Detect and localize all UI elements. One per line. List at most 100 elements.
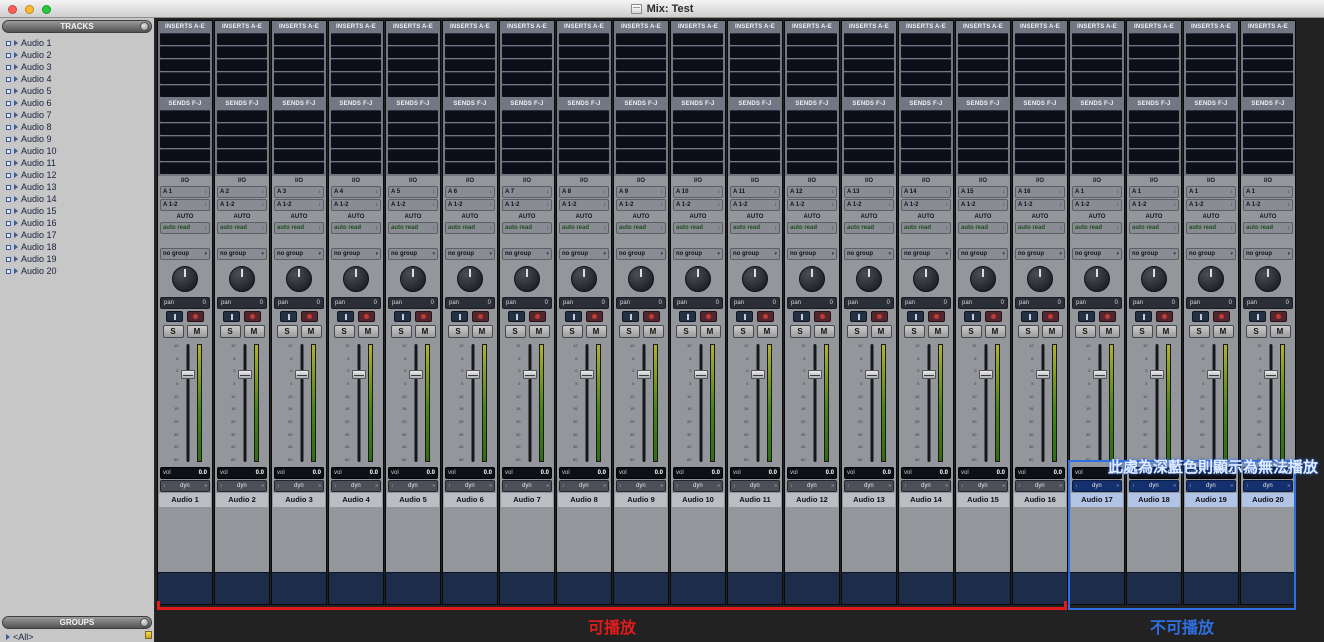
send-slot[interactable] <box>616 110 666 122</box>
send-slot[interactable] <box>502 110 552 122</box>
volume-display[interactable]: vol 0.0 <box>445 467 495 479</box>
solo-button[interactable]: S <box>789 324 811 338</box>
input-selector[interactable]: A 16 ↕ <box>1015 186 1065 198</box>
pan-display[interactable]: pan 0 <box>1243 297 1293 309</box>
send-slot[interactable] <box>844 110 894 122</box>
automation-mode-selector[interactable]: auto read ↕ <box>673 222 723 234</box>
send-slot[interactable] <box>274 123 324 135</box>
send-slot[interactable] <box>844 149 894 161</box>
pan-display[interactable]: pan 0 <box>730 297 780 309</box>
insert-slot[interactable] <box>1243 85 1293 97</box>
pan-display[interactable]: pan 0 <box>445 297 495 309</box>
send-slot[interactable] <box>559 162 609 174</box>
output-selector[interactable]: A 1-2 ↕ <box>1129 199 1179 211</box>
pan-display[interactable]: pan 0 <box>673 297 723 309</box>
solo-button[interactable]: S <box>1245 324 1267 338</box>
pan-knob[interactable] <box>514 266 540 292</box>
record-enable-button[interactable] <box>814 311 831 322</box>
pan-knob[interactable] <box>685 266 711 292</box>
input-monitor-button[interactable] <box>622 311 639 322</box>
record-enable-button[interactable] <box>871 311 888 322</box>
send-slot[interactable] <box>1129 110 1179 122</box>
send-slot[interactable] <box>502 136 552 148</box>
send-slot[interactable] <box>445 149 495 161</box>
channel-name[interactable]: Audio 12 <box>786 493 838 507</box>
pan-knob[interactable] <box>1027 266 1053 292</box>
input-selector[interactable]: A 14 ↕ <box>901 186 951 198</box>
sidebar-track-item[interactable]: Audio 16 <box>0 217 154 229</box>
sidebar-track-item[interactable]: Audio 9 <box>0 133 154 145</box>
pan-display[interactable]: pan 0 <box>1186 297 1236 309</box>
solo-button[interactable]: S <box>618 324 640 338</box>
record-enable-button[interactable] <box>301 311 318 322</box>
volume-display[interactable]: vol 0.0 <box>1015 467 1065 479</box>
output-selector[interactable]: A 1-2 ↕ <box>217 199 267 211</box>
insert-slot[interactable] <box>331 33 381 45</box>
automation-mode-selector[interactable]: auto read ↕ <box>559 222 609 234</box>
output-selector[interactable]: A 1-2 ↕ <box>673 199 723 211</box>
insert-slot[interactable] <box>445 33 495 45</box>
pan-display[interactable]: pan 0 <box>502 297 552 309</box>
sidebar-track-item[interactable]: Audio 4 <box>0 73 154 85</box>
input-monitor-button[interactable] <box>1249 311 1266 322</box>
insert-slot[interactable] <box>160 59 210 71</box>
insert-slot[interactable] <box>958 72 1008 84</box>
dyn-display[interactable]: ↕ dyn » <box>844 480 894 492</box>
send-slot[interactable] <box>502 123 552 135</box>
track-show-icon[interactable] <box>6 64 11 70</box>
insert-slot[interactable] <box>331 85 381 97</box>
channel-name[interactable]: Audio 13 <box>843 493 895 507</box>
fader-cap[interactable] <box>294 370 309 379</box>
insert-slot[interactable] <box>559 59 609 71</box>
mute-button[interactable]: M <box>642 324 664 338</box>
insert-slot[interactable] <box>1243 33 1293 45</box>
pan-display[interactable]: pan 0 <box>1015 297 1065 309</box>
fader-cap[interactable] <box>351 370 366 379</box>
automation-mode-selector[interactable]: auto read ↕ <box>730 222 780 234</box>
insert-slot[interactable] <box>217 72 267 84</box>
insert-slot[interactable] <box>1015 85 1065 97</box>
record-enable-button[interactable] <box>1270 311 1287 322</box>
track-show-icon[interactable] <box>6 76 11 82</box>
fader[interactable] <box>978 342 993 464</box>
insert-slot[interactable] <box>958 59 1008 71</box>
group-selector[interactable]: no group ▾ <box>1072 248 1122 260</box>
tracks-panel-header[interactable]: TRACKS <box>2 20 152 33</box>
group-list-item[interactable]: <All> <box>0 631 154 642</box>
send-slot[interactable] <box>331 149 381 161</box>
send-slot[interactable] <box>730 136 780 148</box>
send-slot[interactable] <box>1072 149 1122 161</box>
send-slot[interactable] <box>217 149 267 161</box>
solo-button[interactable]: S <box>1188 324 1210 338</box>
insert-slot[interactable] <box>331 46 381 58</box>
fader-cap[interactable] <box>636 370 651 379</box>
insert-slot[interactable] <box>1129 72 1179 84</box>
fader[interactable] <box>408 342 423 464</box>
solo-button[interactable]: S <box>846 324 868 338</box>
mute-button[interactable]: M <box>1212 324 1234 338</box>
send-slot[interactable] <box>331 162 381 174</box>
insert-slot[interactable] <box>673 85 723 97</box>
pan-display[interactable]: pan 0 <box>901 297 951 309</box>
solo-button[interactable]: S <box>219 324 241 338</box>
output-selector[interactable]: A 1-2 ↕ <box>445 199 495 211</box>
send-slot[interactable] <box>274 149 324 161</box>
send-slot[interactable] <box>958 162 1008 174</box>
group-selector[interactable]: no group ▾ <box>1243 248 1293 260</box>
fader-cap[interactable] <box>693 370 708 379</box>
insert-slot[interactable] <box>217 59 267 71</box>
insert-slot[interactable] <box>787 72 837 84</box>
pan-knob[interactable] <box>970 266 996 292</box>
group-selector[interactable]: no group ▾ <box>1129 248 1179 260</box>
insert-slot[interactable] <box>673 72 723 84</box>
insert-slot[interactable] <box>274 72 324 84</box>
sidebar-track-item[interactable]: Audio 10 <box>0 145 154 157</box>
solo-button[interactable]: S <box>447 324 469 338</box>
track-show-icon[interactable] <box>6 184 11 190</box>
input-selector[interactable]: A 1 ↕ <box>160 186 210 198</box>
insert-slot[interactable] <box>1015 59 1065 71</box>
sidebar-track-item[interactable]: Audio 8 <box>0 121 154 133</box>
fader-cap[interactable] <box>1263 370 1278 379</box>
insert-slot[interactable] <box>901 72 951 84</box>
keyboard-focus-icon[interactable] <box>145 631 152 639</box>
